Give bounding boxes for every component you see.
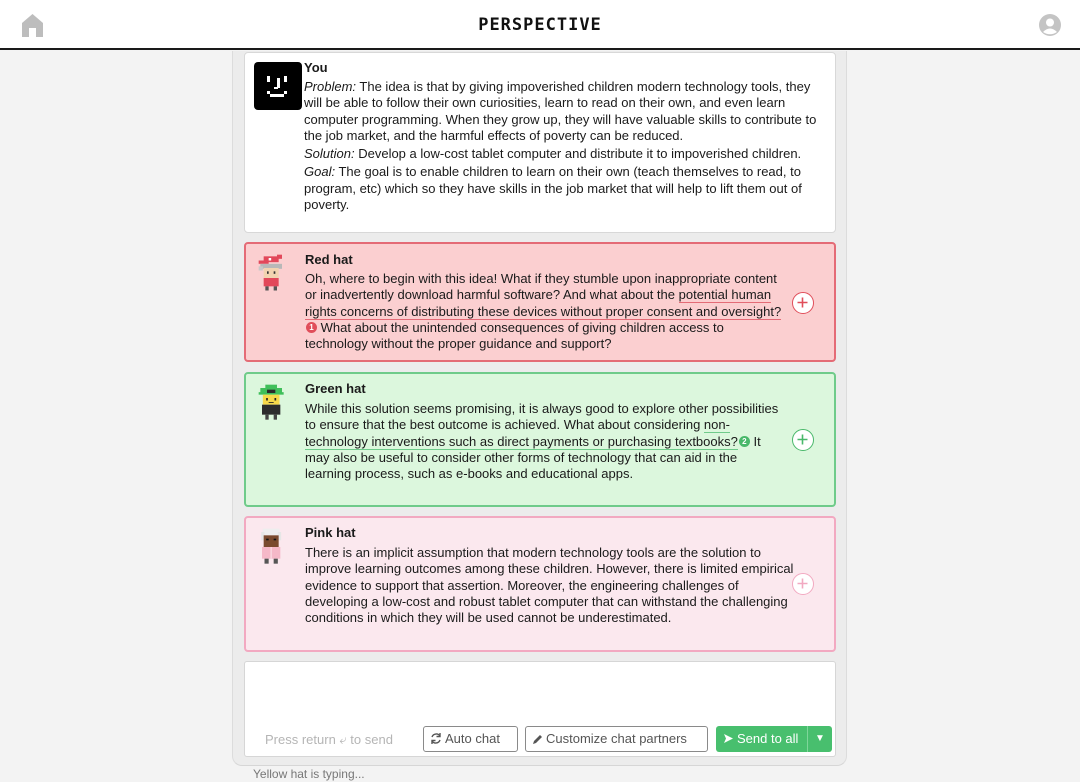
message-red-hat: Red hat Oh, where to begin with this ide…: [244, 242, 836, 362]
message-body: Problem: The idea is that by giving impo…: [304, 79, 824, 215]
message-body: Oh, where to begin with this idea! What …: [305, 271, 783, 352]
author-name: Green hat: [305, 381, 366, 396]
send-options-dropdown[interactable]: ▼: [807, 726, 832, 752]
auto-chat-button[interactable]: Auto chat: [423, 726, 518, 752]
auto-chat-label: Auto chat: [445, 731, 500, 746]
smiley-face-avatar: [254, 62, 302, 110]
plus-icon: [797, 578, 808, 589]
author-name: You: [304, 60, 328, 75]
plus-icon: [797, 434, 808, 445]
green-hat-character-avatar: [258, 384, 284, 420]
customize-label: Customize chat partners: [546, 731, 687, 746]
message-body: While this solution seems promising, it …: [305, 401, 783, 482]
send-arrow-icon: [724, 734, 733, 743]
message-text: What about the unintended consequences o…: [305, 319, 724, 352]
message-green-hat: Green hat While this solution seems prom…: [244, 372, 836, 507]
pink-hat-character-avatar: [261, 528, 282, 564]
send-button-group: Send to all ▼: [716, 726, 832, 752]
pencil-icon: [533, 735, 542, 744]
red-hat-character-avatar: [258, 254, 282, 291]
annotation-badge[interactable]: 2: [738, 435, 750, 447]
typing-indicator: Yellow hat is typing...: [253, 767, 365, 781]
plus-icon: [797, 297, 808, 308]
problem-text: The idea is that by giving impoverished …: [304, 79, 817, 143]
refresh-icon: [431, 733, 441, 744]
problem-label: Problem:: [304, 79, 357, 94]
goal-label: Goal:: [304, 164, 336, 180]
send-to-all-button[interactable]: Send to all: [716, 726, 807, 752]
message-pink-hat: Pink hat There is an implicit assumption…: [244, 516, 836, 652]
send-label: Send to all: [737, 731, 799, 746]
goal-text: The goal is to enable children to learn …: [304, 164, 802, 213]
solution-text: Develop a low-cost tablet computer and d…: [358, 146, 802, 162]
app-title: PERSPECTIVE: [478, 15, 602, 35]
message-you: You Problem: The idea is that by giving …: [244, 52, 836, 233]
top-bar: PERSPECTIVE: [0, 0, 1080, 50]
message-composer: Press return ⤶ to send Auto chat Customi…: [244, 661, 836, 757]
add-button[interactable]: [792, 573, 814, 595]
add-button[interactable]: [792, 429, 814, 451]
author-name: Pink hat: [305, 525, 356, 540]
add-button[interactable]: [792, 292, 814, 314]
annotation-badge[interactable]: 1: [306, 321, 317, 333]
author-name: Red hat: [305, 252, 353, 267]
send-hint: Press return ⤶ to send: [265, 732, 393, 747]
message-body: There is an implicit assumption that mod…: [305, 545, 794, 626]
solution-label: Solution:: [304, 146, 355, 162]
message-input[interactable]: [245, 662, 835, 720]
user-account-icon[interactable]: [1038, 13, 1062, 37]
customize-chat-partners-button[interactable]: Customize chat partners: [525, 726, 708, 752]
